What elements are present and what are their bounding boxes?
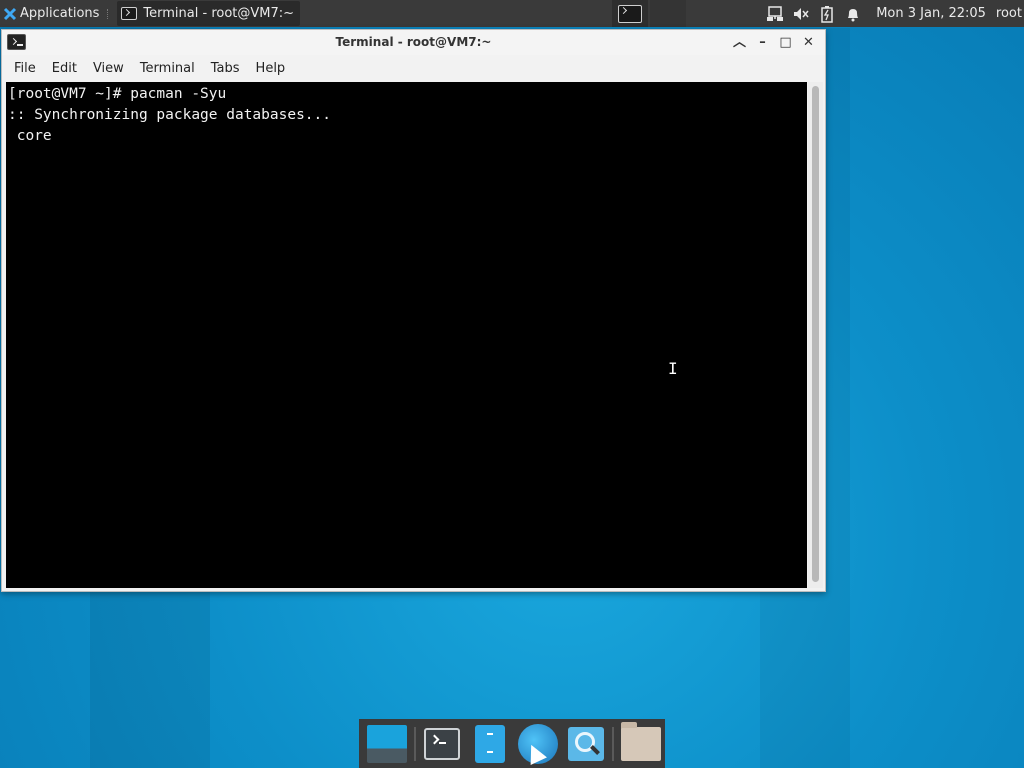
search-icon: [567, 726, 604, 761]
terminal-line: core: [8, 128, 52, 144]
minimize-button[interactable]: –: [751, 33, 774, 52]
window-title: Terminal - root@VM7:~: [335, 35, 492, 49]
workspace-1[interactable]: [612, 0, 648, 27]
menu-edit[interactable]: Edit: [44, 61, 85, 76]
web-browser-icon: [517, 723, 558, 764]
shade-button[interactable]: ︿: [728, 33, 751, 52]
dock-separator: [612, 726, 615, 761]
dock-file-manager-button[interactable]: [468, 722, 512, 766]
workspace-2[interactable]: [650, 0, 686, 27]
menu-bar: File Edit View Terminal Tabs Help: [2, 55, 825, 81]
terminal-icon: [121, 7, 138, 20]
folder-icon: [621, 721, 662, 761]
dock-terminal-button[interactable]: [421, 722, 465, 766]
terminal-window: Terminal - root@VM7:~ ︿ – □ ✕ File Edit …: [1, 29, 826, 592]
network-icon[interactable]: [766, 5, 784, 23]
battery-icon[interactable]: [818, 5, 836, 23]
applications-label: Applications: [20, 6, 100, 21]
file-manager-icon: [475, 724, 506, 763]
volume-muted-icon[interactable]: [792, 5, 810, 23]
maximize-button[interactable]: □: [774, 33, 797, 52]
taskbar-terminal-button[interactable]: Terminal - root@VM7:~: [117, 1, 301, 26]
dock-web-browser-button[interactable]: [516, 722, 560, 766]
top-panel: Applications Terminal - root@VM7:~ Mon 3…: [0, 0, 1024, 27]
dock-home-folder-button[interactable]: [619, 721, 663, 766]
desktop-icon: [366, 724, 407, 763]
terminal-icon: [424, 727, 461, 760]
system-tray: Mon 3 Jan, 22:05 root: [762, 0, 1024, 27]
scrollbar-thumb[interactable]: [812, 86, 819, 582]
menu-terminal[interactable]: Terminal: [132, 61, 203, 76]
show-desktop-button[interactable]: [365, 722, 409, 766]
terminal-line: [root@VM7 ~]# pacman -Syu: [8, 86, 227, 102]
menu-view[interactable]: View: [85, 61, 132, 76]
terminal-scrollbar[interactable]: [808, 82, 823, 588]
panel-separator: [107, 8, 111, 19]
close-button[interactable]: ✕: [797, 33, 820, 52]
terminal-line: :: Synchronizing package databases...: [8, 107, 332, 123]
menu-help[interactable]: Help: [248, 61, 294, 76]
menu-file[interactable]: File: [6, 61, 44, 76]
window-titlebar[interactable]: Terminal - root@VM7:~ ︿ – □ ✕: [2, 30, 825, 55]
xfce-logo-icon: [3, 7, 17, 20]
user-menu[interactable]: root: [996, 6, 1022, 21]
dock: [359, 719, 665, 768]
dock-separator: [413, 726, 416, 761]
clock[interactable]: Mon 3 Jan, 22:05: [876, 6, 986, 21]
terminal-output[interactable]: [root@VM7 ~]# pacman -Syu:: Synchronizin…: [6, 82, 807, 588]
notification-bell-icon[interactable]: [844, 5, 862, 23]
dock-app-finder-button[interactable]: [564, 722, 608, 766]
menu-tabs[interactable]: Tabs: [203, 61, 248, 76]
taskbar-terminal-label: Terminal - root@VM7:~: [143, 6, 295, 21]
text-cursor-icon: I: [668, 359, 678, 378]
workspace-terminal-icon: [618, 4, 642, 23]
applications-menu-button[interactable]: Applications: [0, 0, 103, 27]
